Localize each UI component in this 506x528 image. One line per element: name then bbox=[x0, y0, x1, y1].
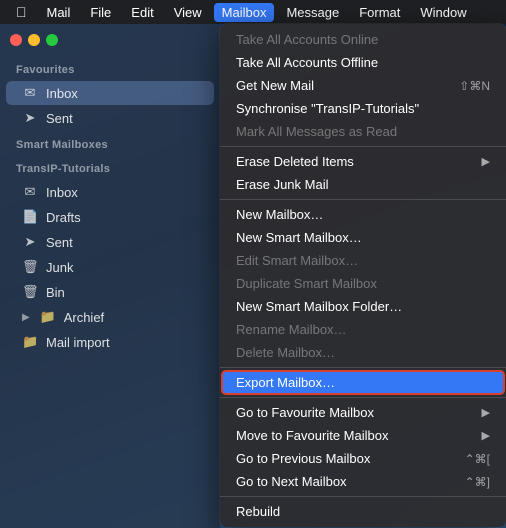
delete-mailbox-label: Delete Mailbox… bbox=[236, 345, 490, 360]
menu-take-all-offline[interactable]: Take All Accounts Offline bbox=[222, 51, 504, 74]
menu-mailbox[interactable]: Mailbox bbox=[214, 3, 275, 22]
sidebar-item-inbox-fav[interactable]: ✉ Inbox bbox=[6, 81, 214, 105]
get-new-mail-label: Get New Mail bbox=[236, 78, 439, 93]
new-mailbox-label: New Mailbox… bbox=[236, 207, 490, 222]
get-new-mail-shortcut: ⇧⌘N bbox=[459, 79, 490, 93]
rebuild-label: Rebuild bbox=[236, 504, 490, 519]
menu-new-smart-mailbox[interactable]: New Smart Mailbox… bbox=[222, 226, 504, 249]
menu-take-all-online[interactable]: Take All Accounts Online bbox=[222, 28, 504, 51]
inbox-fav-label: Inbox bbox=[46, 86, 78, 101]
menu-rebuild[interactable]: Rebuild bbox=[222, 500, 504, 523]
favourites-label: Favourites bbox=[0, 56, 220, 80]
take-all-offline-label: Take All Accounts Offline bbox=[236, 55, 490, 70]
junk-icon: 🗑 bbox=[22, 259, 38, 275]
go-to-favourite-label: Go to Favourite Mailbox bbox=[236, 405, 482, 420]
mailbox-dropdown: Take All Accounts Online Take All Accoun… bbox=[220, 24, 506, 527]
menu-edit-smart-mailbox[interactable]: Edit Smart Mailbox… bbox=[222, 249, 504, 272]
apple-menu[interactable]:  bbox=[8, 4, 35, 20]
sidebar-item-archief[interactable]: ▶ 📁 Archief bbox=[6, 305, 214, 329]
transip-label: TransIP-Tutorials bbox=[0, 155, 220, 179]
menu-delete-mailbox[interactable]: Delete Mailbox… bbox=[222, 341, 504, 364]
sidebar-item-mail-import[interactable]: 📁 Mail import bbox=[6, 330, 214, 354]
mail-import-label: Mail import bbox=[46, 335, 110, 350]
archief-label: Archief bbox=[64, 310, 104, 325]
menu-synchronise[interactable]: Synchronise "TransIP-Tutorials" bbox=[222, 97, 504, 120]
minimize-button[interactable] bbox=[28, 34, 40, 46]
separator-5 bbox=[220, 496, 506, 497]
menu-get-new-mail[interactable]: Get New Mail ⇧⌘N bbox=[222, 74, 504, 97]
menu-message[interactable]: Message bbox=[278, 3, 347, 22]
export-mailbox-label: Export Mailbox… bbox=[236, 375, 490, 390]
smart-mailboxes-label: Smart Mailboxes bbox=[0, 131, 220, 155]
rename-mailbox-label: Rename Mailbox… bbox=[236, 322, 490, 337]
go-to-previous-shortcut: ⌃⌘[ bbox=[465, 452, 490, 466]
separator-1 bbox=[220, 146, 506, 147]
sidebar: Favourites ✉ Inbox ➤ Sent Smart Mailboxe… bbox=[0, 24, 220, 528]
inbox-transip-label: Inbox bbox=[46, 185, 78, 200]
erase-deleted-label: Erase Deleted Items bbox=[236, 154, 482, 169]
duplicate-smart-label: Duplicate Smart Mailbox bbox=[236, 276, 490, 291]
go-to-next-shortcut: ⌃⌘] bbox=[465, 475, 490, 489]
fullscreen-button[interactable] bbox=[46, 34, 58, 46]
sidebar-item-inbox-transip[interactable]: ✉ Inbox bbox=[6, 180, 214, 204]
menu-format[interactable]: Format bbox=[351, 3, 408, 22]
menu-go-to-previous[interactable]: Go to Previous Mailbox ⌃⌘[ bbox=[222, 447, 504, 470]
sent-icon: ➤ bbox=[22, 110, 38, 126]
erase-deleted-arrow: ▶ bbox=[482, 155, 490, 168]
menu-rename-mailbox[interactable]: Rename Mailbox… bbox=[222, 318, 504, 341]
drafts-icon: 📄 bbox=[22, 209, 38, 225]
menu-view[interactable]: View bbox=[166, 3, 210, 22]
sidebar-item-junk[interactable]: 🗑 Junk bbox=[6, 255, 214, 279]
junk-label: Junk bbox=[46, 260, 73, 275]
move-to-favourite-arrow: ▶ bbox=[482, 429, 490, 442]
sidebar-item-bin[interactable]: 🗑 Bin bbox=[6, 280, 214, 304]
sidebar-item-sent[interactable]: ➤ Sent bbox=[6, 230, 214, 254]
sent-fav-label: Sent bbox=[46, 111, 73, 126]
drafts-label: Drafts bbox=[46, 210, 81, 225]
sent-transip-icon: ➤ bbox=[22, 234, 38, 250]
inbox-icon: ✉ bbox=[22, 85, 38, 101]
take-all-online-label: Take All Accounts Online bbox=[236, 32, 490, 47]
menubar:  Mail File Edit View Mailbox Message Fo… bbox=[0, 0, 506, 24]
mark-all-read-label: Mark All Messages as Read bbox=[236, 124, 490, 139]
sidebar-item-drafts[interactable]: 📄 Drafts bbox=[6, 205, 214, 229]
separator-3 bbox=[220, 367, 506, 368]
erase-junk-label: Erase Junk Mail bbox=[236, 177, 490, 192]
go-to-next-label: Go to Next Mailbox bbox=[236, 474, 445, 489]
menu-new-smart-folder[interactable]: New Smart Mailbox Folder… bbox=[222, 295, 504, 318]
menu-export-mailbox[interactable]: Export Mailbox… bbox=[222, 371, 504, 394]
new-smart-folder-label: New Smart Mailbox Folder… bbox=[236, 299, 490, 314]
synchronise-label: Synchronise "TransIP-Tutorials" bbox=[236, 101, 490, 116]
archief-arrow: ▶ bbox=[22, 312, 30, 323]
traffic-lights bbox=[10, 34, 58, 46]
edit-smart-mailbox-label: Edit Smart Mailbox… bbox=[236, 253, 490, 268]
menu-erase-deleted[interactable]: Erase Deleted Items ▶ bbox=[222, 150, 504, 173]
separator-4 bbox=[220, 397, 506, 398]
menu-window[interactable]: Window bbox=[412, 3, 474, 22]
menu-go-to-next[interactable]: Go to Next Mailbox ⌃⌘] bbox=[222, 470, 504, 493]
archief-icon: 📁 bbox=[40, 309, 56, 325]
menu-erase-junk[interactable]: Erase Junk Mail bbox=[222, 173, 504, 196]
menu-go-to-favourite[interactable]: Go to Favourite Mailbox ▶ bbox=[222, 401, 504, 424]
separator-2 bbox=[220, 199, 506, 200]
bin-icon: 🗑 bbox=[22, 284, 38, 300]
go-to-favourite-arrow: ▶ bbox=[482, 406, 490, 419]
bin-label: Bin bbox=[46, 285, 65, 300]
move-to-favourite-label: Move to Favourite Mailbox bbox=[236, 428, 482, 443]
sent-label: Sent bbox=[46, 235, 73, 250]
inbox-transip-icon: ✉ bbox=[22, 184, 38, 200]
sidebar-item-sent-fav[interactable]: ➤ Sent bbox=[6, 106, 214, 130]
menu-file[interactable]: File bbox=[82, 3, 119, 22]
menu-move-to-favourite[interactable]: Move to Favourite Mailbox ▶ bbox=[222, 424, 504, 447]
menu-edit[interactable]: Edit bbox=[123, 3, 161, 22]
menu-duplicate-smart[interactable]: Duplicate Smart Mailbox bbox=[222, 272, 504, 295]
go-to-previous-label: Go to Previous Mailbox bbox=[236, 451, 445, 466]
close-button[interactable] bbox=[10, 34, 22, 46]
menu-mail[interactable]: Mail bbox=[39, 3, 79, 22]
new-smart-mailbox-label: New Smart Mailbox… bbox=[236, 230, 490, 245]
mail-import-icon: 📁 bbox=[22, 334, 38, 350]
menu-new-mailbox[interactable]: New Mailbox… bbox=[222, 203, 504, 226]
menu-mark-all-read[interactable]: Mark All Messages as Read bbox=[222, 120, 504, 143]
